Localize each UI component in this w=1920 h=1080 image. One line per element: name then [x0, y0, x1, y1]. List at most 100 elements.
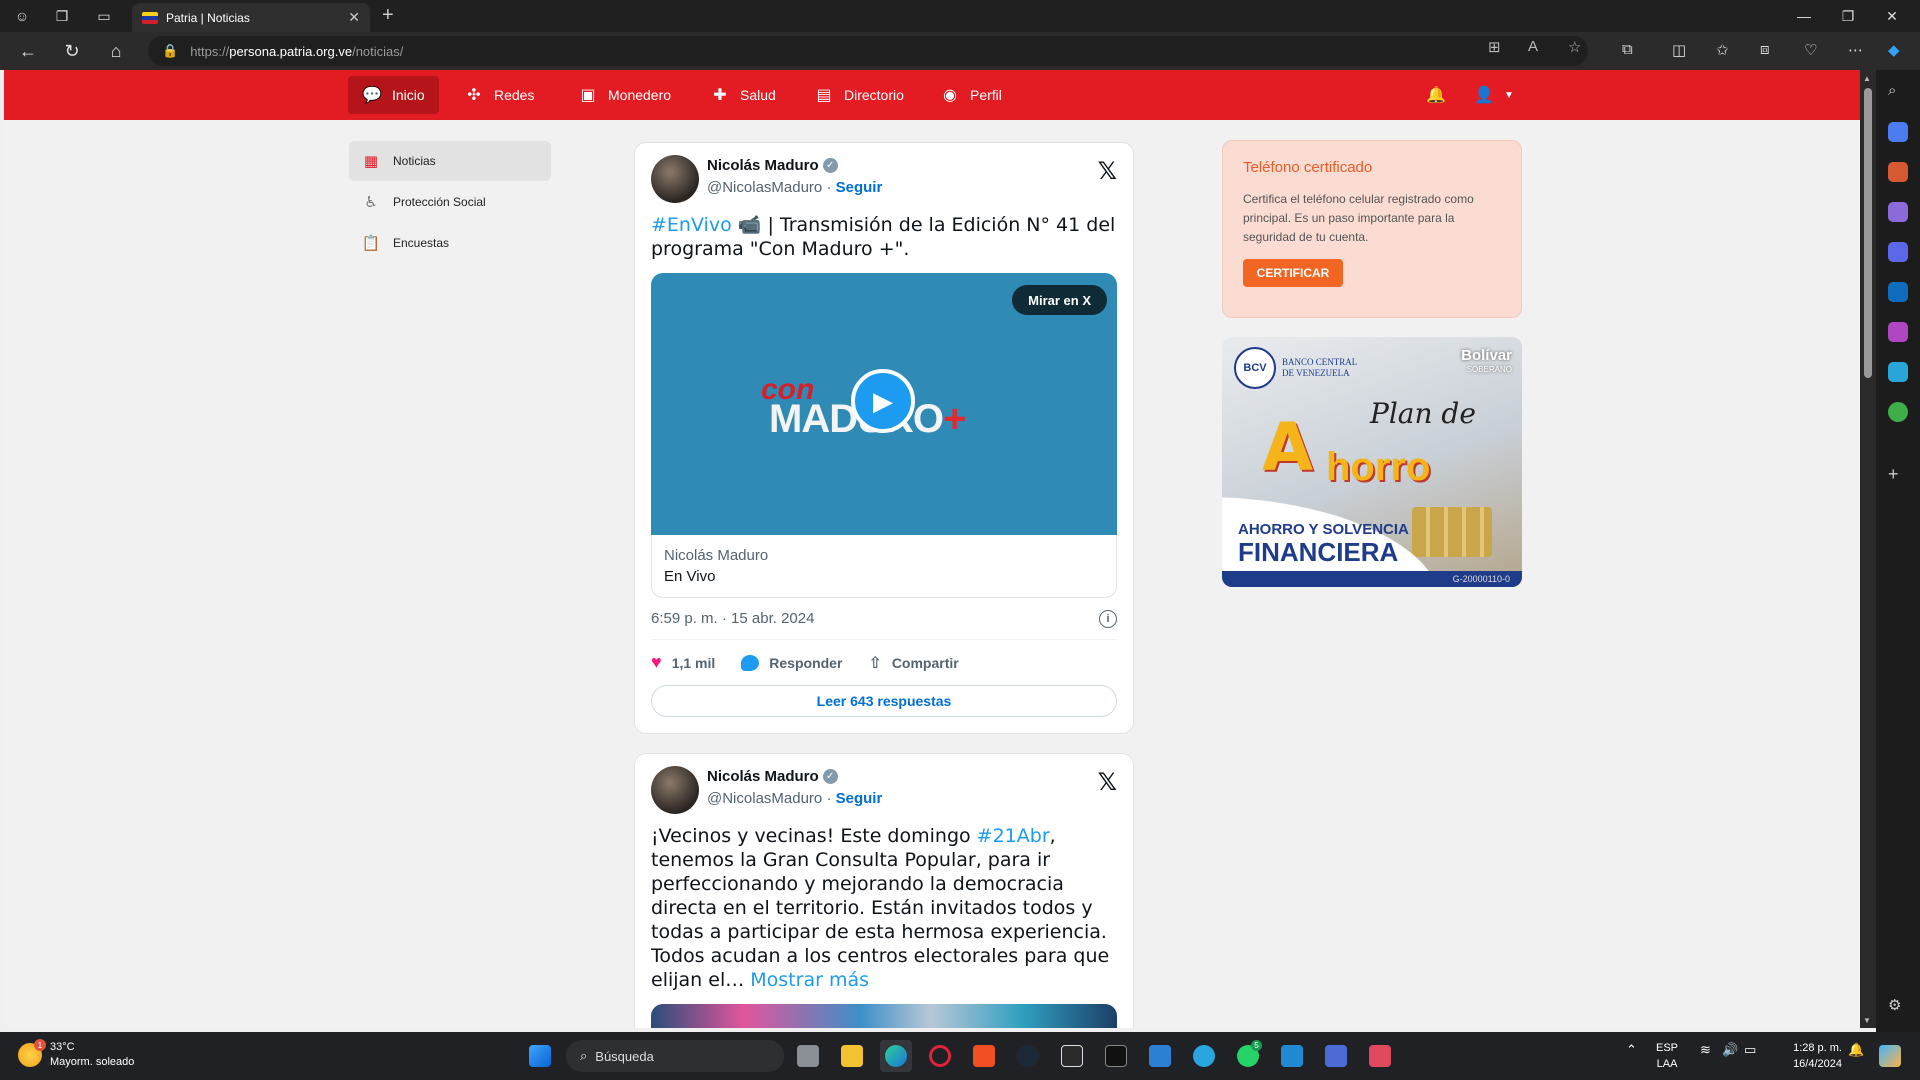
media-caption[interactable]: Nicolás Maduro En Vivo [651, 535, 1117, 598]
task-view-icon[interactable] [792, 1040, 824, 1072]
more-menu-icon[interactable]: ⋯ [1848, 41, 1863, 59]
x-logo-icon[interactable]: 𝕏 [1098, 157, 1117, 185]
nav-monedero[interactable]: ▣ Monedero [564, 76, 685, 114]
file-explorer-icon[interactable] [836, 1040, 868, 1072]
security-icon[interactable] [1320, 1040, 1352, 1072]
collections-icon[interactable]: ⧈ [1760, 41, 1770, 58]
tweet-author[interactable]: Nicolás Maduro ✓ [707, 768, 838, 785]
scroll-thumb[interactable] [1864, 88, 1872, 378]
shopping-icon[interactable] [1888, 122, 1908, 142]
author-handle[interactable]: @NicolasMaduro [707, 790, 822, 807]
reload-icon[interactable]: ↻ [60, 39, 84, 63]
language-indicator[interactable]: ESP LAA [1656, 1040, 1678, 1072]
follow-link[interactable]: Seguir [836, 790, 883, 807]
workspaces-icon[interactable]: ❐ [50, 4, 74, 28]
watch-on-x-button[interactable]: Mirar en X [1012, 285, 1107, 315]
hashtag-link[interactable]: #21Abr [977, 825, 1050, 847]
read-aloud-icon[interactable]: A [1528, 38, 1538, 55]
edge-icon[interactable] [880, 1040, 912, 1072]
info-icon[interactable]: i [1099, 610, 1117, 628]
store-icon[interactable] [968, 1040, 1000, 1072]
snipping-tool-icon[interactable] [1364, 1040, 1396, 1072]
savings-plan-banner[interactable]: BCV BANCO CENTRAL DE VENEZUELA Bolívar SO… [1222, 337, 1522, 587]
taskbar-search[interactable]: ⌕ Búsqueda [566, 1040, 784, 1072]
new-tab-icon[interactable]: + [382, 4, 394, 27]
copilot-icon[interactable]: ◆ [1888, 41, 1900, 59]
vertical-tabs-icon[interactable]: ▭ [92, 4, 116, 28]
timestamp-text[interactable]: 6:59 p. m. · 15 abr. 2024 [651, 610, 814, 627]
clock[interactable]: 1:28 p. m. 16/4/2024 [1760, 1040, 1842, 1072]
telegram-icon[interactable] [1188, 1040, 1220, 1072]
notifications-button[interactable]: 🔔 [1412, 76, 1460, 114]
tree-icon[interactable] [1888, 402, 1908, 422]
copilot-taskbar-icon[interactable] [1874, 1040, 1906, 1072]
active-tab[interactable]: Patria | Noticias ✕ [132, 3, 370, 32]
designer-icon[interactable] [1888, 322, 1908, 342]
tweet-image[interactable] [651, 1004, 1117, 1028]
games-icon[interactable] [1888, 202, 1908, 222]
sidebar-settings-icon[interactable]: ⚙ [1888, 996, 1908, 1016]
share-button[interactable]: ⇧ Compartir [868, 653, 958, 673]
favorites-icon[interactable]: ✩ [1716, 41, 1729, 59]
menu-noticias[interactable]: ▦ Noticias [349, 141, 551, 181]
address-bar[interactable]: 🔒 https://persona.patria.org.ve/noticias… [148, 36, 1588, 66]
browser-essentials-icon[interactable]: ♡ [1804, 41, 1817, 59]
copilot-sidebar-icon[interactable] [1888, 242, 1908, 262]
opera-icon[interactable] [924, 1040, 956, 1072]
tools-icon[interactable] [1888, 162, 1908, 182]
steam-icon[interactable] [1012, 1040, 1044, 1072]
certify-button[interactable]: CERTIFICAR [1243, 259, 1343, 287]
remote-desktop-icon[interactable] [1144, 1040, 1176, 1072]
tweet-author[interactable]: Nicolás Maduro ✓ [707, 157, 838, 174]
like-button[interactable]: ♥ 1,1 mil [651, 652, 715, 673]
app-available-icon[interactable]: ⊞ [1488, 38, 1501, 56]
profile-avatar-icon[interactable]: ☺ [10, 4, 34, 28]
nav-directorio[interactable]: ▤ Directorio [800, 76, 918, 114]
follow-link[interactable]: Seguir [836, 179, 883, 196]
outlook-icon[interactable] [1888, 282, 1908, 302]
avatar[interactable] [651, 155, 699, 203]
volume-icon[interactable]: 🔊 [1722, 1042, 1738, 1058]
search-icon[interactable]: ⌕ [1888, 82, 1908, 102]
user-menu-button[interactable]: 👤 ▼ [1460, 76, 1528, 114]
nav-redes[interactable]: ✣ Redes [450, 76, 548, 114]
author-name[interactable]: Nicolás Maduro [707, 157, 819, 174]
battery-icon[interactable]: ▭ [1744, 1042, 1756, 1058]
split-screen-icon[interactable]: ◫ [1672, 41, 1686, 59]
reply-button[interactable]: Responder [741, 654, 842, 671]
menu-proteccion-social[interactable]: ♿ Protección Social [349, 182, 551, 222]
weather-widget[interactable]: 1 33°C Mayorm. soleado [18, 1039, 134, 1070]
read-replies-button[interactable]: Leer 643 respuestas [651, 685, 1117, 717]
url-text[interactable]: https://persona.patria.org.ve/noticias/ [190, 44, 403, 59]
avatar[interactable] [651, 766, 699, 814]
author-name[interactable]: Nicolás Maduro [707, 768, 819, 785]
show-more-link[interactable]: Mostrar más [750, 969, 869, 991]
scroll-down-icon[interactable]: ▼ [1863, 1016, 1871, 1025]
close-tab-icon[interactable]: ✕ [348, 9, 360, 26]
page-scrollbar[interactable]: ▲ ▼ [1860, 70, 1876, 1028]
author-handle[interactable]: @NicolasMaduro [707, 179, 822, 196]
start-icon[interactable] [524, 1040, 556, 1072]
epic-games-icon[interactable] [1056, 1040, 1088, 1072]
close-window-icon[interactable]: ✕ [1870, 0, 1914, 32]
tray-chevron-icon[interactable]: ⌃ [1626, 1042, 1637, 1058]
extensions-icon[interactable]: ⧉ [1622, 41, 1633, 58]
menu-encuestas[interactable]: 📋 Encuestas [349, 223, 551, 263]
terminal-icon[interactable] [1100, 1040, 1132, 1072]
minimize-icon[interactable]: — [1782, 0, 1826, 32]
notification-bell-icon[interactable]: 🔔 [1848, 1042, 1864, 1058]
add-sidebar-icon[interactable]: + [1888, 464, 1908, 484]
scroll-up-icon[interactable]: ▲ [1863, 74, 1871, 83]
vscode-icon[interactable] [1276, 1040, 1308, 1072]
lock-icon[interactable]: 🔒 [162, 43, 178, 59]
nav-perfil[interactable]: ◉ Perfil [926, 76, 1016, 114]
video-thumbnail[interactable]: con MADURO+ ▶ Mirar en X [651, 273, 1117, 535]
send-icon[interactable] [1888, 362, 1908, 382]
wifi-icon[interactable]: ≋ [1700, 1042, 1711, 1058]
hashtag-link[interactable]: #EnVivo [651, 214, 732, 236]
favorite-star-icon[interactable]: ☆ [1568, 38, 1581, 56]
whatsapp-icon[interactable]: 5 [1232, 1040, 1264, 1072]
nav-inicio[interactable]: 💬 Inicio [348, 76, 439, 114]
restore-icon[interactable]: ❐ [1826, 0, 1870, 32]
nav-salud[interactable]: ✚ Salud [696, 76, 790, 114]
